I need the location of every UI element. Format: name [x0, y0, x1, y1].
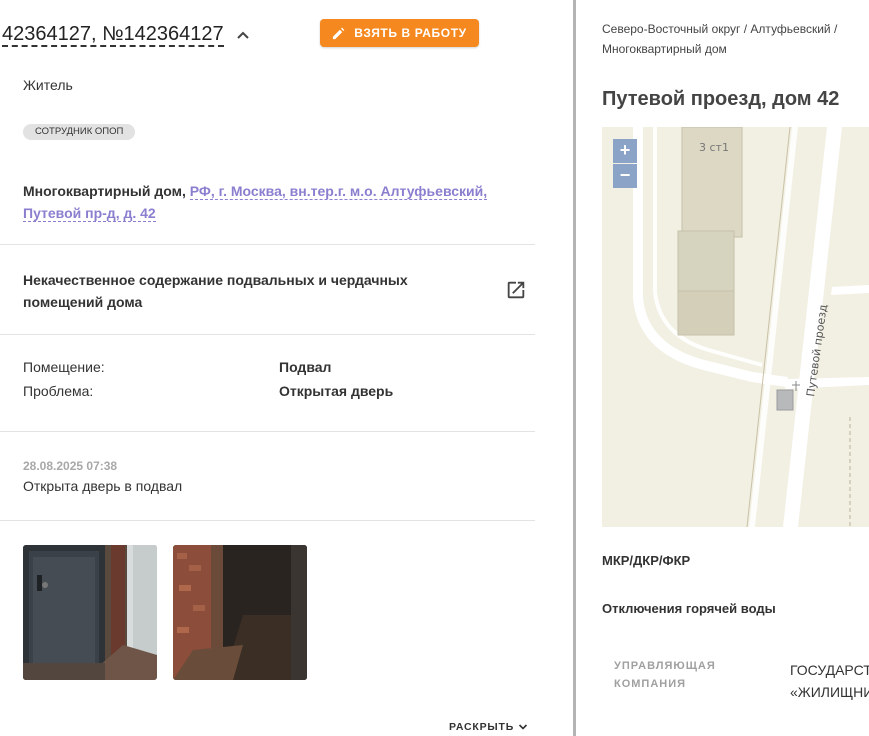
status-badge: Сотрудник ОПОП — [23, 124, 136, 140]
divider — [0, 244, 535, 245]
expand-button[interactable]: РАСКРЫТЬ — [449, 721, 528, 733]
divider — [0, 520, 535, 521]
address-type: Многоквартирный дом, — [23, 183, 186, 199]
premise-label: Помещение: — [23, 359, 105, 375]
attachment-photo[interactable] — [23, 545, 157, 680]
expand-label: РАСКРЫТЬ — [449, 721, 515, 733]
external-link-icon[interactable] — [505, 279, 527, 301]
divider — [0, 334, 535, 335]
address-block: Многоквартирный дом, РФ, г. Москва, вн.т… — [23, 180, 523, 224]
object-panel: Северо-Восточный округ / Алтуфьевский / … — [576, 0, 869, 736]
ticket-title[interactable]: 42364127, №142364127 — [2, 23, 224, 47]
map[interactable]: 3 ст1 Путевой проезд + − — [602, 127, 869, 527]
comment-text: Открыта дверь в подвал — [23, 478, 183, 494]
zoom-in-button[interactable]: + — [613, 139, 637, 163]
management-company-line1: ГОСУДАРСТ — [790, 662, 869, 678]
zoom-out-button[interactable]: − — [613, 164, 637, 188]
comment-timestamp: 28.08.2025 07:38 — [23, 459, 118, 473]
chevron-down-icon — [518, 724, 528, 730]
breadcrumb: Северо-Восточный округ / Алтуфьевский / … — [602, 22, 838, 56]
page-title: Путевой проезд, дом 42 — [602, 88, 840, 110]
management-company-value: ГОСУДАРСТ «ЖИЛИЩНИ — [790, 659, 869, 703]
issue-value: Открытая дверь — [279, 383, 394, 399]
chevron-up-icon[interactable] — [236, 28, 250, 42]
divider — [0, 431, 535, 432]
map-building-label: 3 ст1 — [699, 141, 729, 154]
pencil-icon — [333, 27, 345, 39]
take-in-work-button[interactable]: ВЗЯТЬ В РАБОТУ — [320, 19, 479, 47]
take-in-work-label: ВЗЯТЬ В РАБОТУ — [354, 26, 467, 40]
management-company-line2: «ЖИЛИЩНИ — [790, 684, 869, 700]
problem-title: Некачественное содержание подвальных и ч… — [23, 272, 408, 310]
section-mkr[interactable]: МКР/ДКР/ФКР — [602, 553, 690, 568]
applicant-role: Житель — [23, 77, 73, 93]
issue-label: Проблема: — [23, 383, 94, 399]
ticket-panel: 42364127, №142364127 ВЗЯТЬ В РАБОТУ Жите… — [0, 0, 574, 736]
section-hot-water[interactable]: Отключения горячей воды — [602, 601, 776, 616]
attachment-photo[interactable] — [173, 545, 307, 680]
management-company-label: УПРАВЛЯЮЩАЯ КОМПАНИЯ — [614, 660, 716, 690]
premise-value: Подвал — [279, 359, 332, 375]
